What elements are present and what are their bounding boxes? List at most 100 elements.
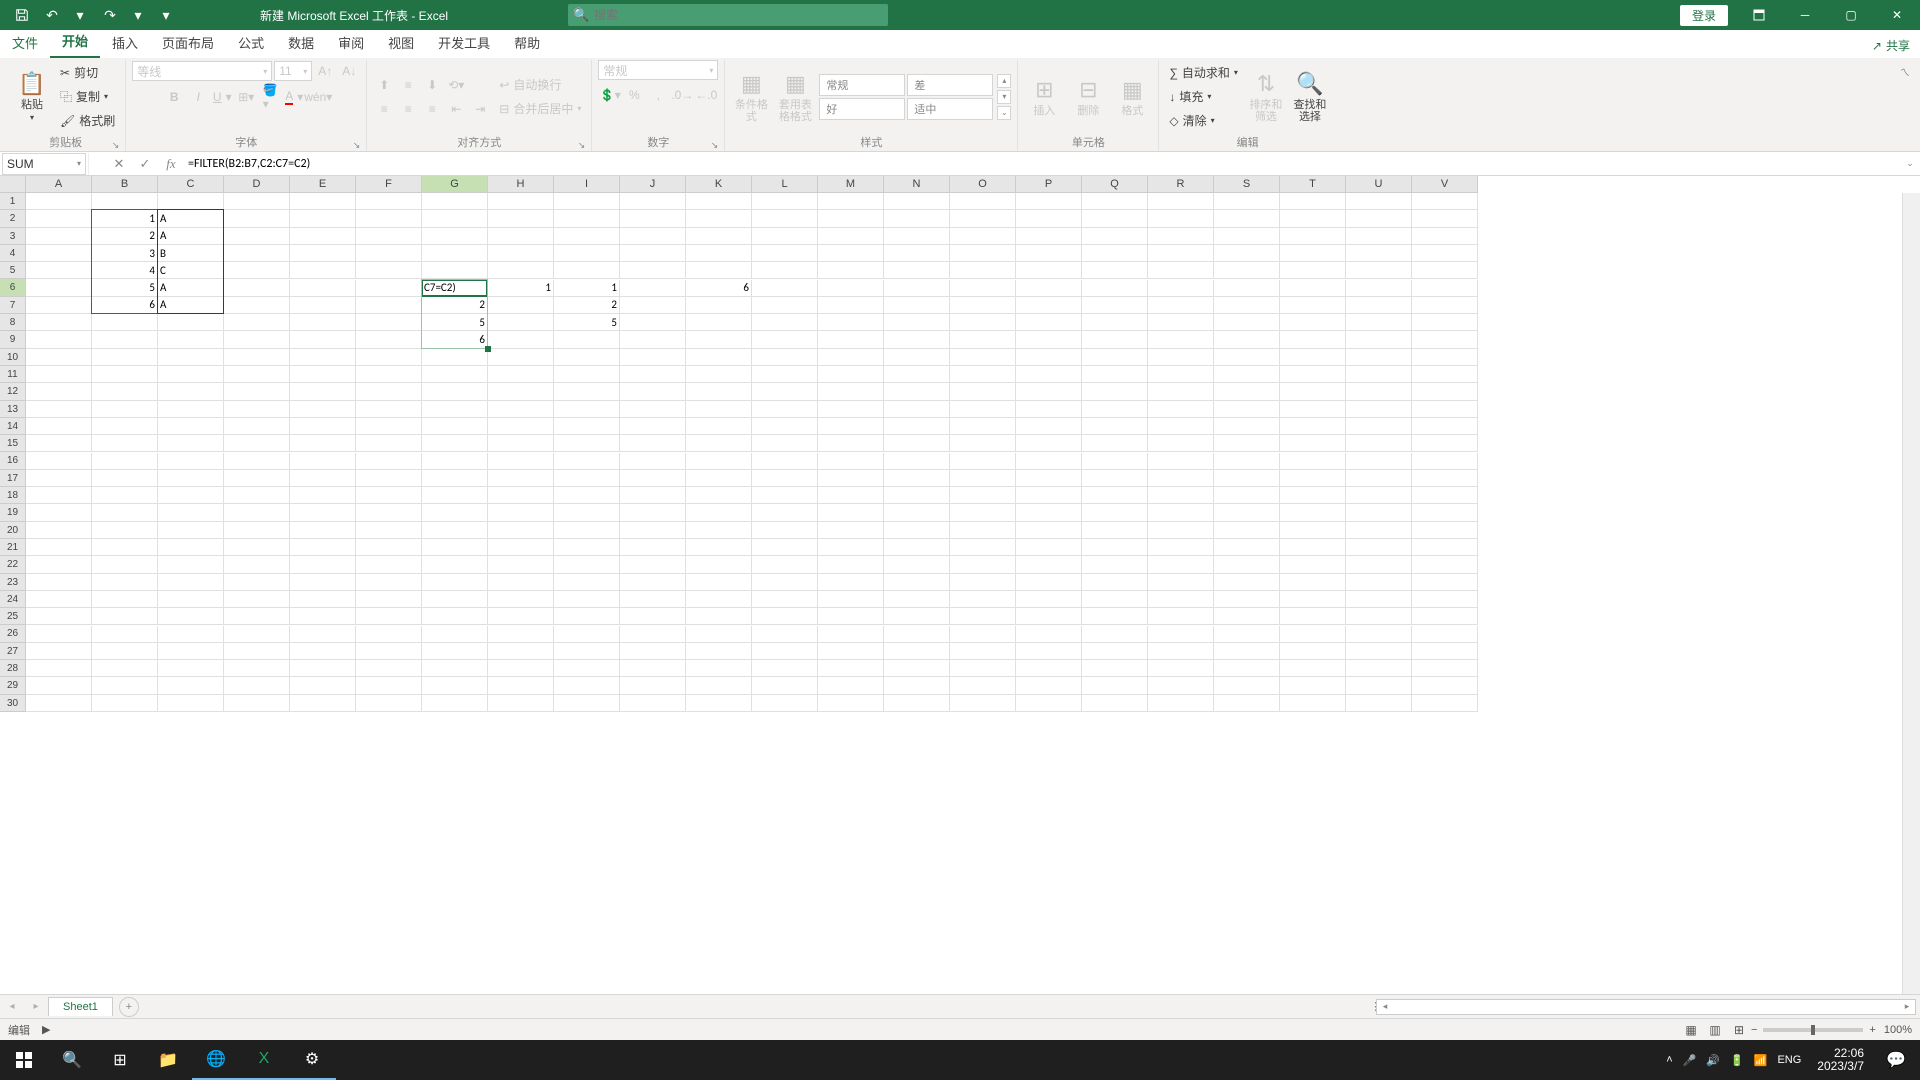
tray-battery-icon[interactable]: 🔋 xyxy=(1730,1054,1744,1067)
taskbar-search[interactable]: 🔍 xyxy=(48,1040,96,1080)
cell-C3[interactable]: A xyxy=(158,228,224,245)
row-head-22[interactable]: 22 xyxy=(0,556,26,573)
save-button[interactable] xyxy=(8,2,36,28)
minimize-button[interactable]: ─ xyxy=(1782,0,1828,30)
col-head-J[interactable]: J xyxy=(620,176,686,193)
cell-K6[interactable]: 6 xyxy=(686,280,752,297)
font-color-button[interactable]: A▾ xyxy=(283,86,305,108)
formula-input[interactable] xyxy=(184,157,1900,171)
col-head-V[interactable]: V xyxy=(1412,176,1478,193)
col-head-G[interactable]: G xyxy=(422,176,488,193)
style-normal[interactable]: 常规 xyxy=(819,74,905,96)
tab-help[interactable]: 帮助 xyxy=(502,28,552,58)
sort-filter-button[interactable]: ⇅排序和筛选 xyxy=(1246,69,1286,125)
col-head-C[interactable]: C xyxy=(158,176,224,193)
styles-down[interactable]: ▾ xyxy=(997,90,1011,104)
cell-B7[interactable]: 6 xyxy=(92,297,158,314)
cell-G9[interactable]: 6 xyxy=(422,331,488,348)
fill-button[interactable]: ↓填充▾ xyxy=(1165,86,1242,108)
tab-review[interactable]: 审阅 xyxy=(326,28,376,58)
borders-button[interactable]: ⊞▾ xyxy=(235,86,257,108)
align-right[interactable]: ≡ xyxy=(421,98,443,120)
add-sheet-button[interactable]: + xyxy=(119,997,139,1017)
col-head-B[interactable]: B xyxy=(92,176,158,193)
cell-C6[interactable]: A xyxy=(158,280,224,297)
tab-file[interactable]: 文件 xyxy=(0,28,50,58)
row-head-3[interactable]: 3 xyxy=(0,228,26,245)
col-head-H[interactable]: H xyxy=(488,176,554,193)
row-head-7[interactable]: 7 xyxy=(0,297,26,314)
row-head-10[interactable]: 10 xyxy=(0,349,26,366)
login-button[interactable]: 登录 xyxy=(1680,5,1728,26)
close-button[interactable]: ✕ xyxy=(1874,0,1920,30)
undo-button[interactable]: ↶ xyxy=(38,2,66,28)
tab-data[interactable]: 数据 xyxy=(276,28,326,58)
start-button[interactable] xyxy=(0,1040,48,1080)
increase-indent[interactable]: ⇥ xyxy=(469,98,491,120)
cell-C2[interactable]: A xyxy=(158,210,224,227)
cell-G8[interactable]: 5 xyxy=(422,314,488,331)
taskbar-edge[interactable]: 🌐 xyxy=(192,1040,240,1080)
styles-up[interactable]: ▴ xyxy=(997,74,1011,88)
zoom-slider[interactable] xyxy=(1763,1028,1863,1032)
row-head-13[interactable]: 13 xyxy=(0,401,26,418)
style-bad[interactable]: 差 xyxy=(907,74,993,96)
zoom-level[interactable]: 100% xyxy=(1884,1024,1912,1036)
taskbar-excel[interactable]: X xyxy=(240,1040,288,1080)
system-tray[interactable]: ˄ 🎤 🔊 🔋 📶 ENG xyxy=(1658,1054,1809,1067)
col-head-O[interactable]: O xyxy=(950,176,1016,193)
row-head-14[interactable]: 14 xyxy=(0,418,26,435)
col-head-E[interactable]: E xyxy=(290,176,356,193)
number-format-combo[interactable]: 常规▾ xyxy=(598,60,718,80)
insert-cells-button[interactable]: ⊞插入 xyxy=(1024,75,1064,119)
cell-G7[interactable]: 2 xyxy=(422,297,488,314)
format-cells-button[interactable]: ▦格式 xyxy=(1112,75,1152,119)
cell-G6[interactable]: C7=C2) xyxy=(422,280,488,297)
taskbar-explorer[interactable]: 📁 xyxy=(144,1040,192,1080)
row-head-15[interactable]: 15 xyxy=(0,435,26,452)
worksheet-grid[interactable]: ABCDEFGHIJKLMNOPQRSTUV 12345678910111213… xyxy=(0,176,1920,994)
taskbar-app[interactable]: ⚙ xyxy=(288,1040,336,1080)
cell-B2[interactable]: 1 xyxy=(92,210,158,227)
decrease-indent[interactable]: ⇤ xyxy=(445,98,467,120)
format-painter-button[interactable]: 🖌格式刷 xyxy=(56,110,119,132)
copy-button[interactable]: ⿻复制▾ xyxy=(56,86,119,108)
alignment-launcher[interactable]: ↘ xyxy=(578,140,586,151)
italic-button[interactable]: I xyxy=(187,86,209,108)
sheet-tab-1[interactable]: Sheet1 xyxy=(48,997,113,1016)
row-headers[interactable]: 1234567891011121314151617181920212223242… xyxy=(0,193,26,994)
tray-wifi-icon[interactable]: 📶 xyxy=(1754,1054,1768,1067)
fill-handle[interactable] xyxy=(485,346,491,352)
view-page-layout[interactable]: ▥ xyxy=(1703,1023,1727,1037)
col-head-N[interactable]: N xyxy=(884,176,950,193)
styles-more[interactable]: ⌄ xyxy=(997,106,1011,120)
row-head-21[interactable]: 21 xyxy=(0,539,26,556)
horizontal-scrollbar[interactable]: ◂▸ xyxy=(1376,999,1916,1015)
row-head-28[interactable]: 28 xyxy=(0,660,26,677)
row-head-24[interactable]: 24 xyxy=(0,591,26,608)
ribbon-display-options[interactable] xyxy=(1736,0,1782,30)
view-normal[interactable]: ▦ xyxy=(1679,1023,1703,1037)
phonetic-button[interactable]: wén▾ xyxy=(307,86,329,108)
taskbar-clock[interactable]: 22:06 2023/3/7 xyxy=(1809,1047,1872,1073)
cell-C7[interactable]: A xyxy=(158,297,224,314)
row-head-26[interactable]: 26 xyxy=(0,625,26,642)
zoom-in[interactable]: + xyxy=(1869,1024,1875,1036)
align-center[interactable]: ≡ xyxy=(397,98,419,120)
cell-C4[interactable]: B xyxy=(158,245,224,262)
row-head-17[interactable]: 17 xyxy=(0,470,26,487)
row-head-6[interactable]: 6 xyxy=(0,279,26,296)
undo-dropdown[interactable]: ▾ xyxy=(66,2,94,28)
column-headers[interactable]: ABCDEFGHIJKLMNOPQRSTUV xyxy=(26,176,1902,193)
align-bottom[interactable]: ⬇ xyxy=(421,74,443,96)
bold-button[interactable]: B xyxy=(163,86,185,108)
search-input[interactable] xyxy=(594,8,888,22)
col-head-U[interactable]: U xyxy=(1346,176,1412,193)
cell-I7[interactable]: 2 xyxy=(554,297,620,314)
col-head-T[interactable]: T xyxy=(1280,176,1346,193)
cell-I6[interactable]: 1 xyxy=(554,280,620,297)
font-name-combo[interactable]: 等线▾ xyxy=(132,61,272,81)
style-neutral[interactable]: 适中 xyxy=(907,98,993,120)
row-head-20[interactable]: 20 xyxy=(0,522,26,539)
col-head-I[interactable]: I xyxy=(554,176,620,193)
